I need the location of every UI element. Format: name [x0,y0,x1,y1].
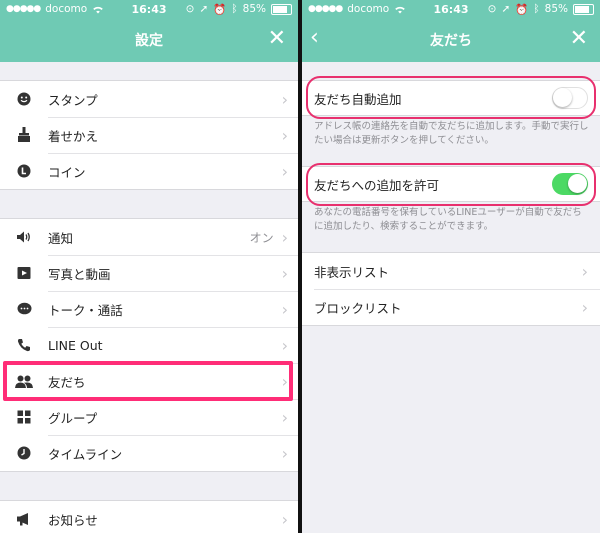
chevron-right-icon: › [581,261,588,281]
status-bar: ●●●●● docomo 16:43 ⊙ ➚ ⏰ ᛒ 85% [302,0,600,18]
status-bar: ●●●●● docomo 16:43 ⊙ ➚ ⏰ ᛒ 85% [0,0,298,18]
settings-item-label: 写真と動画 [48,266,111,282]
settings-group-3: お知らせ › [0,500,298,533]
brush-icon [0,127,48,143]
settings-item-theme[interactable]: 着せかえ › [0,117,298,153]
chevron-right-icon: › [581,297,588,317]
battery-icon [271,3,292,15]
chevron-right-icon: › [281,335,288,355]
back-chevron-icon[interactable]: ‹ [310,27,319,49]
settings-item-label: 着せかえ [48,128,99,144]
settings-group-2: 通知 オン › 写真と動画 › トーク・通話 › LINE Out › 友だち … [0,218,298,472]
chevron-right-icon: › [281,125,288,145]
settings-item-timeline[interactable]: タイムライン › [0,435,298,471]
allow-add-highlight [306,163,596,206]
friends-settings-screen: ●●●●● docomo 16:43 ⊙ ➚ ⏰ ᛒ 85% ‹ 友だち ✕ 友… [302,0,600,533]
friends-highlight-box [3,361,293,401]
close-icon[interactable]: ✕ [268,28,286,50]
chevron-right-icon: › [281,407,288,427]
auto-add-highlight [306,76,596,119]
chevron-right-icon: › [281,227,288,247]
smiley-icon [0,92,48,106]
settings-item-label: コイン [48,164,86,180]
megaphone-icon [0,512,48,526]
settings-item-notifications[interactable]: 通知 オン › [0,219,298,255]
photo-video-icon [0,266,48,280]
auto-add-description: アドレス帳の連絡先を自動で友だちに追加します。手動で実行したい場合は更新ボタンを… [314,121,589,146]
allow-add-description: あなたの電話番号を保有しているLINEユーザーが自動で友だちに追加したり、検索す… [314,207,582,232]
group-icon [0,410,48,424]
settings-item-label: 通知 [48,230,74,246]
hidden-list-item[interactable]: 非表示リスト › [302,253,600,289]
header: ●●●●● docomo 16:43 ⊙ ➚ ⏰ ᛒ 85% ‹ 友だち ✕ [302,0,600,62]
chevron-right-icon: › [281,89,288,109]
battery-icon [573,3,594,15]
clock: 16:43 [131,3,167,16]
chevron-right-icon: › [281,509,288,529]
settings-item-chats-calls[interactable]: トーク・通話 › [0,291,298,327]
settings-item-news[interactable]: お知らせ › [0,501,298,533]
coin-icon [0,164,48,178]
page-title: 設定 [135,33,163,49]
clock-icon [0,446,48,460]
close-icon[interactable]: ✕ [570,28,588,50]
phone-icon [0,338,48,352]
block-list-item[interactable]: ブロックリスト › [302,289,600,325]
hidden-list-label: 非表示リスト [314,264,390,280]
block-list-label: ブロックリスト [314,300,402,316]
settings-item-label: タイムライン [48,446,123,462]
settings-item-label: スタンプ [48,92,98,108]
settings-item-groups[interactable]: グループ › [0,399,298,435]
notification-status: オン [249,230,274,245]
header: ●●●●● docomo 16:43 ⊙ ➚ ⏰ ᛒ 85% 設定 ✕ [0,0,298,62]
settings-item-coin[interactable]: コイン › [0,153,298,189]
settings-item-label: お知らせ [48,512,98,528]
nav-bar: 設定 ✕ [0,18,298,62]
chat-bubble-icon [0,302,48,316]
clock: 16:43 [433,3,469,16]
page-title: 友だち [430,33,472,49]
settings-screen: ●●●●● docomo 16:43 ⊙ ➚ ⏰ ᛒ 85% 設定 ✕ スタンプ… [0,0,298,533]
speaker-icon [0,230,48,244]
nav-bar: ‹ 友だち ✕ [302,18,600,62]
settings-item-stamp[interactable]: スタンプ › [0,81,298,117]
lists-group: 非表示リスト › ブロックリスト › [302,252,600,326]
settings-item-label: LINE Out [48,337,103,353]
settings-item-label: グループ [48,410,98,426]
settings-group-1: スタンプ › 着せかえ › コイン › [0,80,298,190]
chevron-right-icon: › [281,299,288,319]
settings-item-label: トーク・通話 [48,302,123,318]
settings-item-photos-videos[interactable]: 写真と動画 › [0,255,298,291]
chevron-right-icon: › [281,263,288,283]
chevron-right-icon: › [281,161,288,181]
chevron-right-icon: › [281,443,288,463]
settings-item-line-out[interactable]: LINE Out › [0,327,298,363]
